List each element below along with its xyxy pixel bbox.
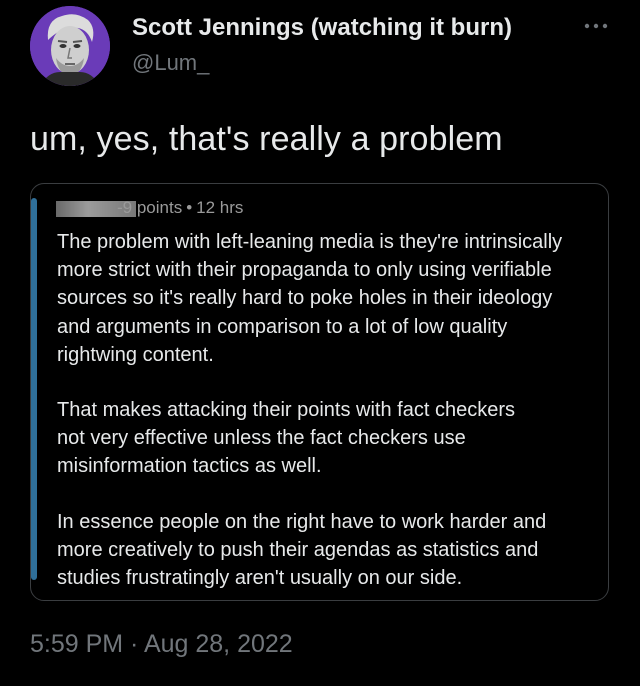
author-display-name[interactable]: Scott Jennings (watching it burn) <box>132 14 512 42</box>
comment-line: not very effective unless the fact check… <box>57 427 466 450</box>
comment-paragraph: In essence people on the right have to w… <box>57 508 602 593</box>
comment-line: and arguments in comparison to a lot of … <box>57 315 508 338</box>
comment-line: misinformation tactics as well. <box>57 455 322 478</box>
comment-line: That makes attacking their points with f… <box>57 399 515 422</box>
more-dots-icon[interactable] <box>583 18 609 29</box>
quoted-screenshot-card: -9 points • 12 hrs The problem with left-l… <box>30 183 609 601</box>
comment-line: sources so it's really hard to poke hole… <box>57 287 553 310</box>
comment-paragraph: The problem with left-leaning media is t… <box>57 228 602 369</box>
comment-age: 12 hrs <box>196 198 244 217</box>
comment-paragraph: That makes attacking their points with f… <box>57 396 602 481</box>
comment-line: more creatively to push their agendas as… <box>57 538 539 561</box>
comment-body: The problem with left-leaning media is t… <box>57 228 602 600</box>
comment-line: rightwing content. <box>57 343 214 366</box>
comment-thread-bar <box>31 198 37 580</box>
comment-line: The problem with left-leaning media is t… <box>57 231 563 253</box>
comment-points: -9 points <box>117 198 183 217</box>
tweet-timestamp[interactable]: 5:59 PM · Aug 28, 2022 <box>30 630 293 659</box>
comment-line: studies frustratingly aren't usually on … <box>57 567 463 590</box>
author-handle[interactable]: @Lum_ <box>132 50 209 76</box>
meta-separator: • <box>186 198 193 217</box>
avatar-portrait-icon <box>30 6 110 86</box>
comment-meta: -9 points • 12 hrs <box>117 198 243 218</box>
comment-line: In essence people on the right have to w… <box>57 510 547 533</box>
tweet-text: um, yes, that's really a problem <box>30 120 503 158</box>
avatar[interactable] <box>30 6 110 86</box>
comment-line: more strict with their propaganda to onl… <box>57 259 552 282</box>
